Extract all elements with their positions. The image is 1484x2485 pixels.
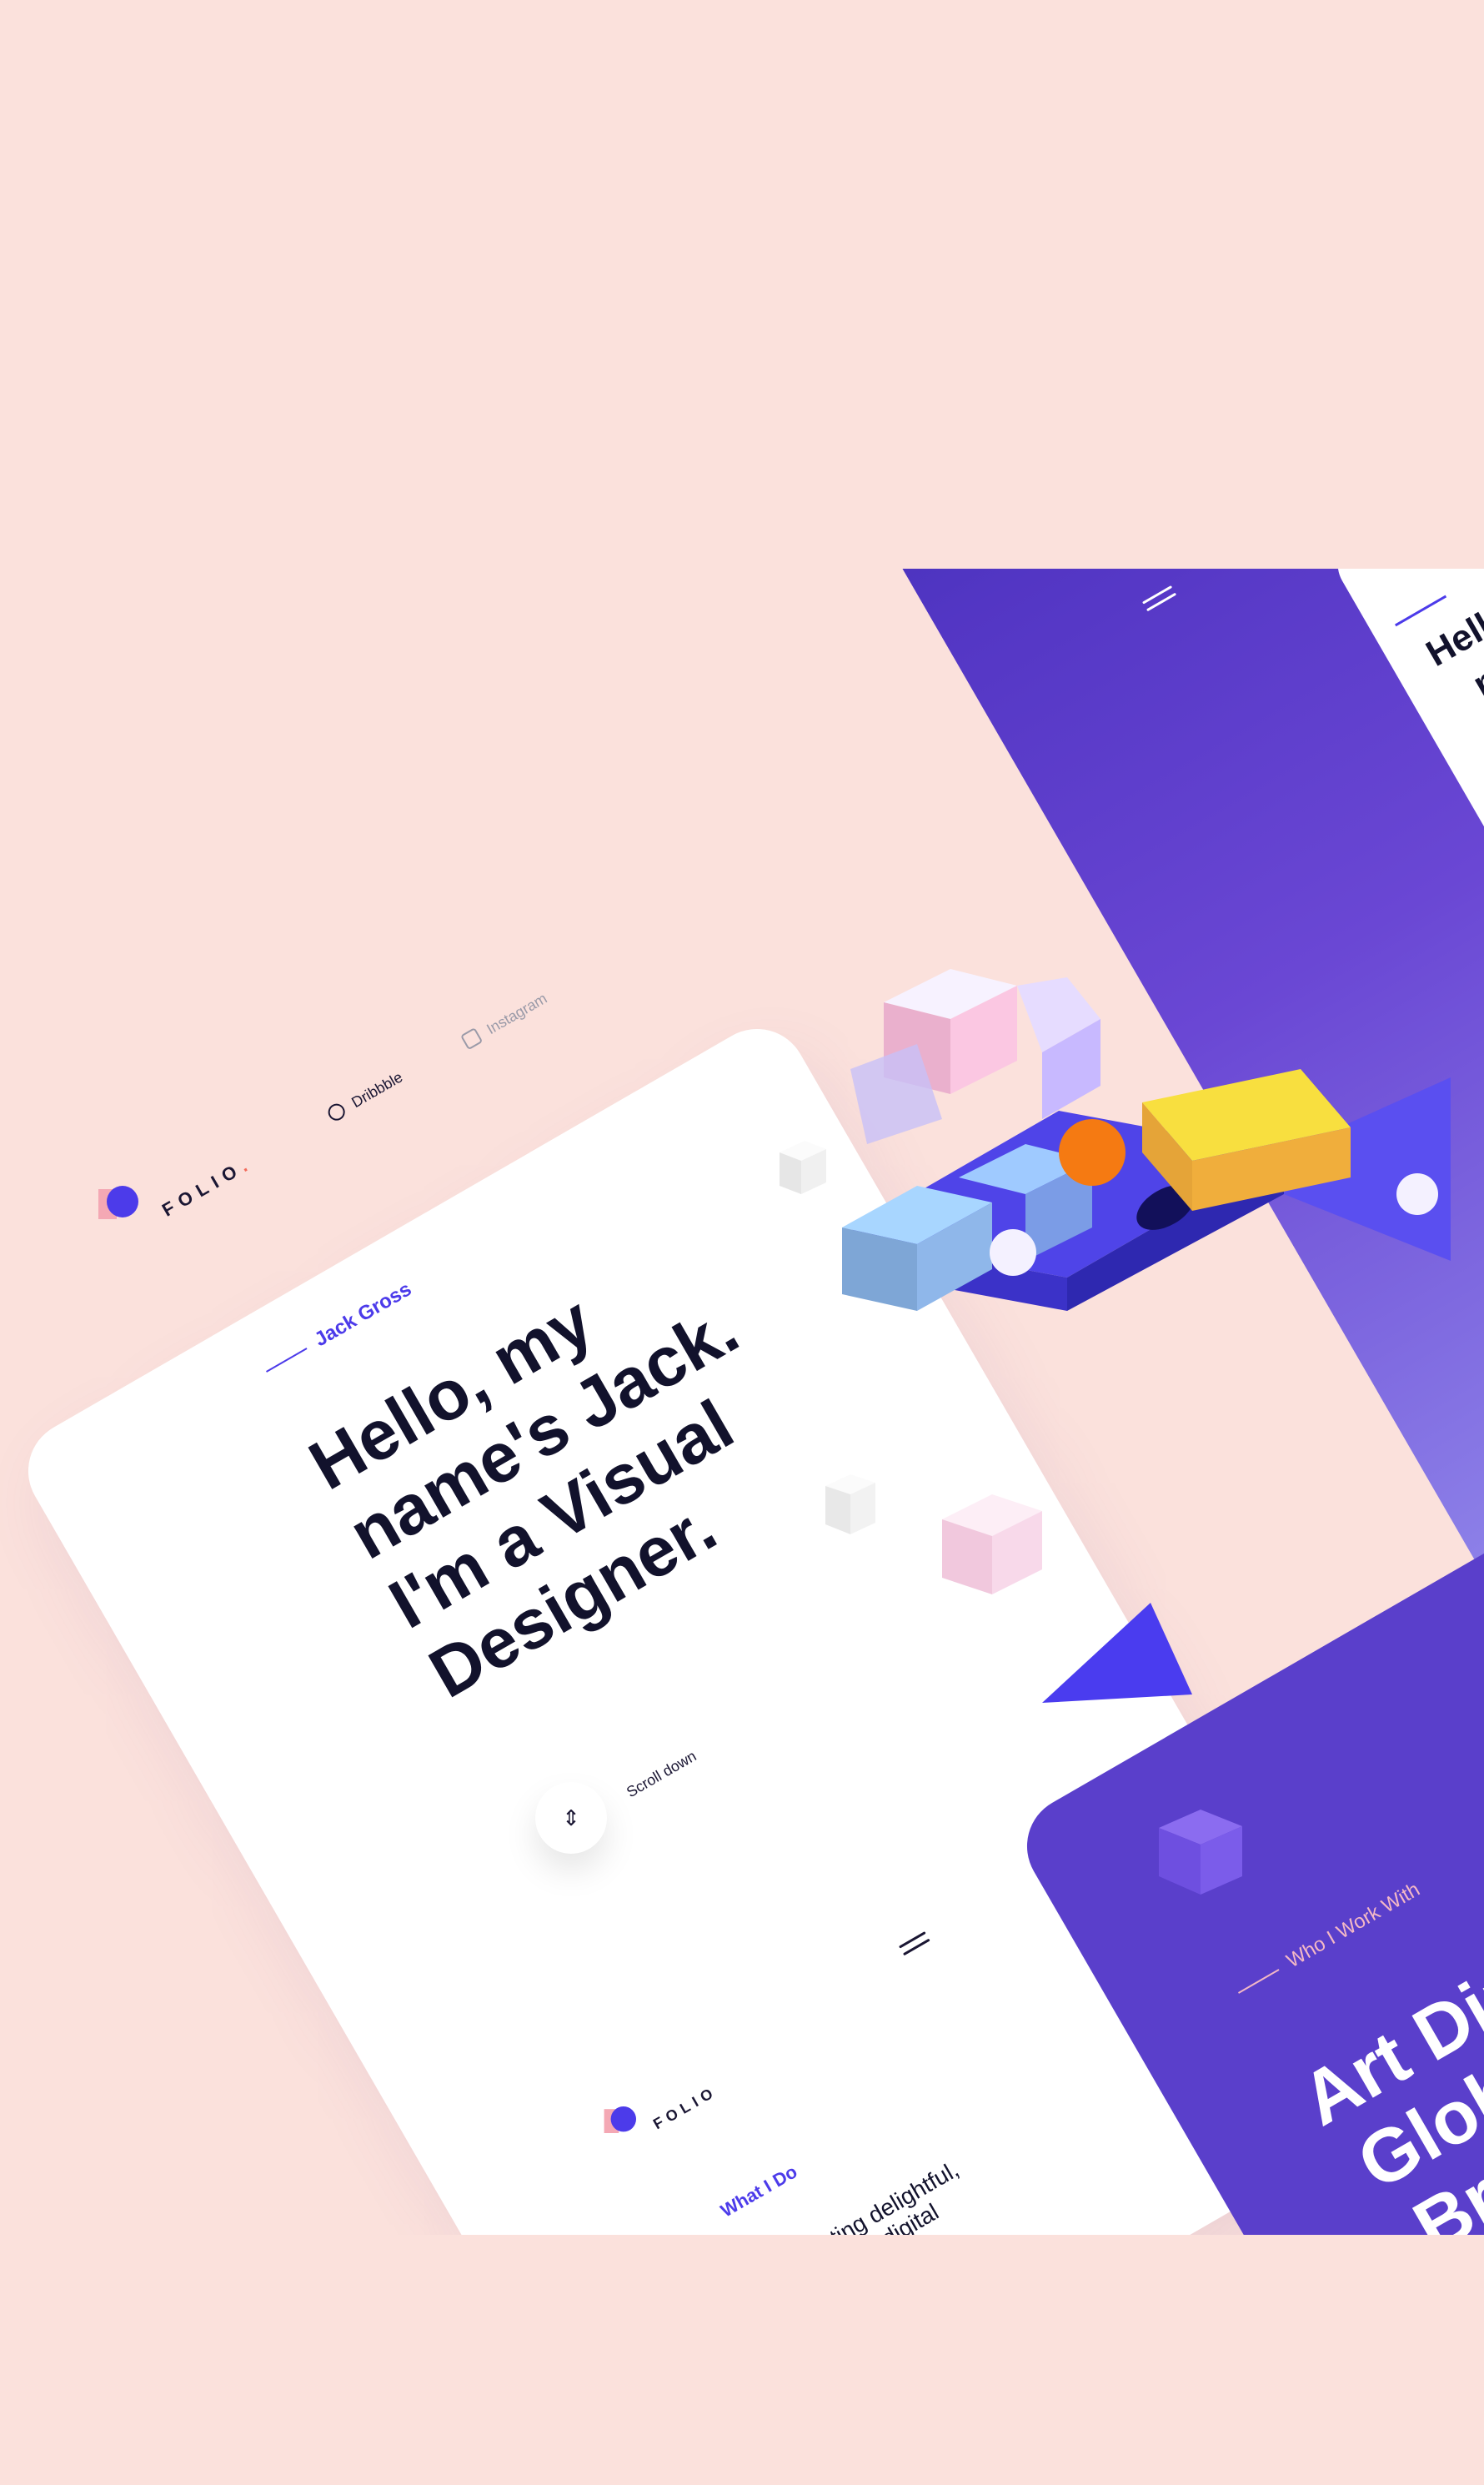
- scroll-down-button[interactable]: ⇕: [535, 1782, 607, 1854]
- orange-ball: [1059, 1119, 1126, 1186]
- scroll-arrows-icon: ⇕: [562, 1805, 580, 1830]
- dribbble-icon: [325, 1101, 348, 1124]
- pink-small-cube: [942, 1494, 1042, 1594]
- white-ball-right: [1396, 1173, 1438, 1215]
- isometric-illustration: [842, 969, 1451, 1311]
- logo-mark[interactable]: [98, 1186, 138, 1219]
- mockup-band: Hell na I: [0, 569, 1484, 2235]
- instagram-icon: [460, 1027, 484, 1051]
- social-dribbble-link[interactable]: Dribbble: [325, 1067, 406, 1125]
- logo-text[interactable]: FOLIO.: [158, 1152, 257, 1221]
- social-instagram-link[interactable]: Instagram: [460, 989, 550, 1052]
- purple-cube-icon: [1159, 1810, 1242, 1895]
- purple-accent-triangle: [1042, 1603, 1192, 1703]
- white-ball-left: [990, 1229, 1036, 1276]
- mobile-logo-mark[interactable]: [604, 2106, 636, 2133]
- small-white-cube: [780, 1141, 826, 1194]
- small-white-cube-2: [825, 1474, 875, 1534]
